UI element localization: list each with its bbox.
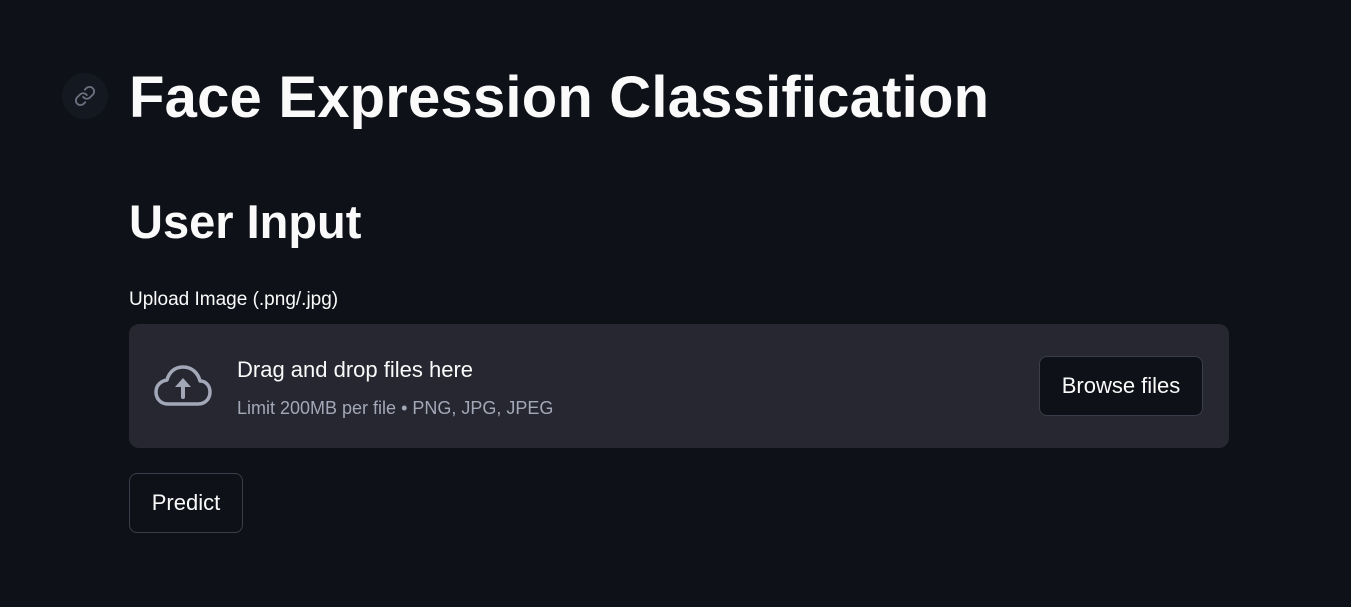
browse-files-button[interactable]: Browse files (1039, 356, 1203, 416)
dropzone-instructions: Drag and drop files here (237, 357, 474, 382)
page-title: Face Expression Classification (129, 65, 990, 130)
dropzone-limit-text: Limit 200MB per file • PNG, JPG, JPEG (237, 398, 554, 418)
section-heading: User Input (129, 195, 362, 248)
link-icon[interactable] (62, 73, 108, 119)
cloud-upload-icon (154, 364, 212, 408)
upload-label: Upload Image (.png/.jpg) (129, 289, 339, 310)
predict-button[interactable]: Predict (129, 473, 243, 533)
app-page: Face Expression Classification User Inpu… (0, 0, 1351, 607)
file-dropzone[interactable]: Drag and drop files here Limit 200MB per… (129, 324, 1229, 448)
